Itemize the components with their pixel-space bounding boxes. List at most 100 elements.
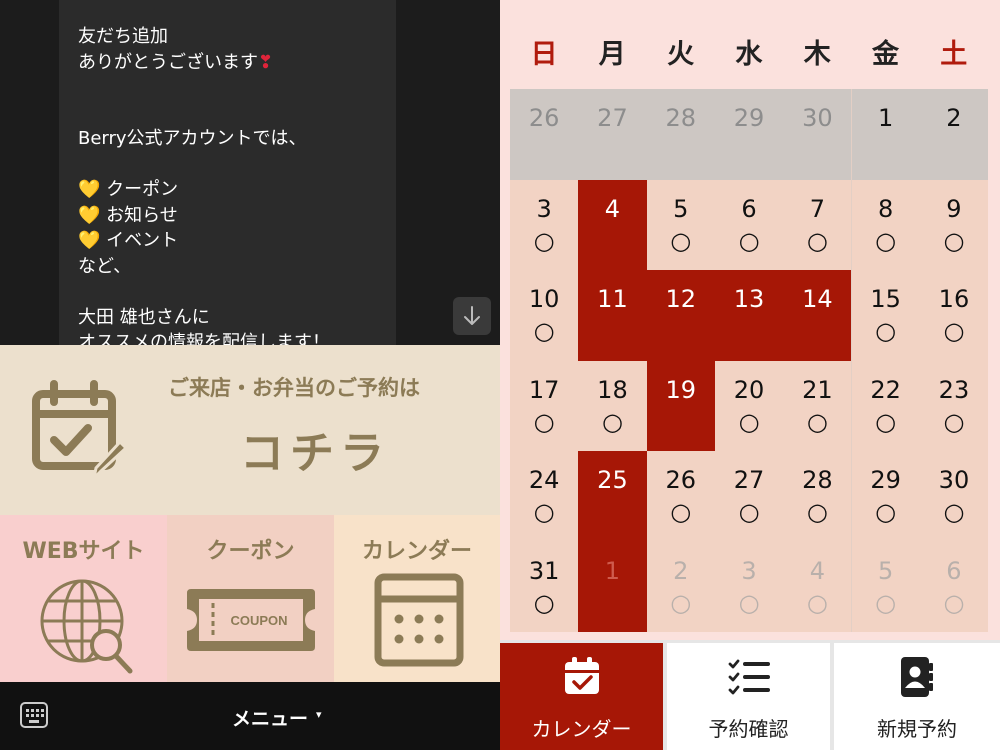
availability-mark: ○: [806, 498, 828, 526]
calendar-day[interactable]: 26 ○: [646, 451, 715, 542]
day-number: 26: [528, 104, 560, 132]
calendar-day[interactable]: 18 ○: [578, 360, 647, 451]
banner-subtitle: ご来店・お弁当のご予約は: [168, 376, 420, 400]
day-number: 3: [536, 194, 552, 223]
calendar-day: 2: [919, 89, 989, 180]
day-number: 6: [946, 556, 962, 585]
calendar-grid: 26 27 28 29 30 1 2 3 ○ 4 5 ○ 6 ○ 7 ○ 8 ○ 9 ○ 10 ○ 11 12 13 14 15 ○ 1…: [510, 89, 989, 632]
calendar-day: 25: [578, 451, 647, 542]
calendar-day[interactable]: 10 ○: [510, 270, 579, 361]
availability-mark: ○: [943, 407, 965, 436]
calendar-day: 2 ○: [646, 541, 715, 632]
calendar-day[interactable]: 30 ○: [919, 451, 989, 542]
tab-calendar[interactable]: カレンダー: [500, 643, 663, 750]
day-number: 1: [878, 104, 894, 132]
chat-line: 💛 お知らせ: [78, 203, 378, 229]
chat-line-text: ありがとうございます: [78, 51, 258, 73]
availability-mark: ○: [738, 588, 760, 617]
availability-mark: ○: [670, 498, 692, 526]
calendar-day[interactable]: 28 ○: [783, 451, 852, 542]
calendar-day[interactable]: 22 ○: [851, 360, 920, 451]
availability-mark: ○: [875, 498, 897, 526]
day-number: 30: [938, 466, 970, 494]
day-number: 30: [802, 104, 833, 132]
day-number: 7: [809, 194, 825, 223]
calendar-day: 26: [510, 89, 579, 180]
calendar-day[interactable]: 21 ○: [783, 360, 852, 451]
chat-line-text: 大田 雄也さんに: [78, 306, 210, 328]
calendar-day[interactable]: 24 ○: [510, 451, 579, 542]
calendar-tile[interactable]: カレンダー: [334, 515, 500, 682]
availability-mark: ○: [806, 226, 828, 255]
chat-line-text: など、: [78, 255, 132, 277]
availability-mark: ○: [738, 407, 760, 436]
calendar-day[interactable]: 9 ○: [919, 179, 989, 270]
day-number: 8: [878, 194, 894, 223]
weekday-tue: 火: [667, 39, 695, 70]
calendar-day[interactable]: 5 ○: [646, 179, 715, 270]
chat-line-text: イベント: [106, 230, 179, 251]
calendar-day[interactable]: 8 ○: [851, 179, 920, 270]
availability-mark: ○: [806, 588, 828, 617]
availability-mark: ○: [943, 588, 965, 617]
day-number: 6: [741, 194, 757, 223]
calendar-day[interactable]: 20 ○: [714, 360, 784, 451]
chevron-down-icon[interactable]: ▾: [316, 708, 322, 721]
calendar-day: 12: [646, 270, 715, 361]
calendar-day: 6 ○: [919, 541, 989, 632]
tab-new-reservation-label: 新規予約: [877, 717, 957, 741]
day-number: 23: [938, 375, 970, 404]
calendar-day[interactable]: 6 ○: [714, 179, 784, 270]
reservation-banner[interactable]: ご来店・お弁当のご予約は コチラ: [0, 345, 500, 515]
calendar-day: 13: [714, 270, 784, 361]
website-tile[interactable]: WEBサイト: [0, 515, 167, 682]
coupon-tile[interactable]: クーポン COUPON: [167, 515, 334, 682]
availability-mark: ○: [533, 588, 555, 617]
calendar-check-icon: [565, 657, 599, 694]
day-number: 27: [733, 466, 765, 494]
day-number: 27: [597, 104, 628, 132]
calendar-day[interactable]: 3 ○: [510, 179, 579, 270]
calendar-day: 4: [578, 179, 647, 270]
keyboard-icon[interactable]: [20, 702, 48, 728]
calendar-day[interactable]: 16 ○: [919, 270, 989, 361]
checklist-icon: [728, 659, 770, 695]
calendar-day: 4 ○: [783, 541, 852, 632]
calendar-day[interactable]: 27 ○: [714, 451, 784, 542]
day-number: 22: [870, 375, 901, 404]
calendar-day: 3 ○: [714, 541, 784, 632]
availability-mark: ○: [601, 407, 623, 436]
menu-toggle[interactable]: メニュー: [232, 704, 308, 731]
calendar-day[interactable]: 15 ○: [851, 270, 920, 361]
calendar-day: 28: [646, 89, 715, 180]
tab-reservation-confirm[interactable]: 予約確認: [667, 643, 830, 750]
yellow-heart-icon: 💛: [78, 230, 101, 251]
availability-mark: ○: [875, 588, 897, 617]
arrow-down-icon[interactable]: [453, 297, 491, 335]
tab-new-reservation[interactable]: 新規予約: [834, 643, 1000, 750]
calendar-day: 1: [578, 541, 647, 632]
chat-line-text: お知らせ: [106, 204, 178, 226]
calendar-day: 29: [714, 89, 784, 180]
day-number: 28: [802, 466, 833, 494]
availability-mark: ○: [533, 498, 555, 526]
chat-line: [78, 101, 378, 127]
chat-area[interactable]: 友だち追加 ありがとうございます❣ Berry公式アカウントでは、 💛 クーポン 💛 お…: [0, 0, 500, 360]
calendar-day[interactable]: 7 ○: [783, 179, 852, 270]
calendar-day[interactable]: 17 ○: [510, 360, 579, 451]
calendar-day: 1: [851, 89, 920, 180]
day-number: 26: [665, 466, 697, 494]
day-number: 5: [673, 194, 689, 223]
calendar-day[interactable]: 23 ○: [919, 360, 989, 451]
availability-mark: ○: [533, 226, 555, 255]
chat-line: 💛 クーポン: [78, 177, 378, 203]
calendar-day[interactable]: 29 ○: [851, 451, 920, 542]
calendar-check-edit-icon: [32, 380, 129, 480]
calendar-day[interactable]: 31 ○: [510, 541, 579, 632]
availability-mark: ○: [875, 317, 897, 345]
chat-line-text: 友だち追加: [78, 26, 168, 47]
coupon-ticket-icon: COUPON: [187, 589, 315, 651]
heart-exclamation-icon: ❣: [258, 51, 274, 73]
availability-mark: ○: [943, 317, 965, 345]
availability-mark: ○: [738, 226, 760, 255]
